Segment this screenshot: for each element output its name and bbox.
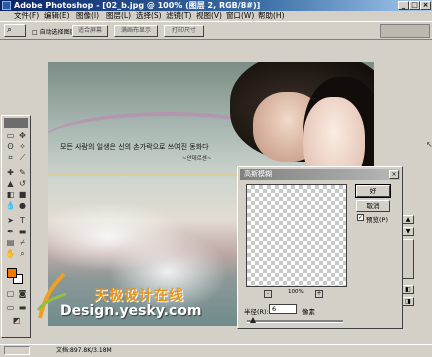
type-tool-icon[interactable]: T xyxy=(17,216,28,226)
dialog-title-bar[interactable]: 高斯模糊 × xyxy=(240,169,400,180)
menu-help[interactable]: 帮助(H) xyxy=(258,11,285,21)
screen-mode-full-icon[interactable]: ▬ xyxy=(17,303,28,313)
menu-select[interactable]: 选择(S) xyxy=(136,11,162,21)
gaussian-blur-dialog: 高斯模糊 × 好 取消 ✓ 预览(P) - 100% + 半径(R): 6 像素 xyxy=(237,166,403,329)
panel-button-b[interactable]: ◨ xyxy=(402,297,414,306)
radius-unit: 像素 xyxy=(302,308,315,316)
magic-wand-icon[interactable]: ✧ xyxy=(17,142,28,152)
hand-tool-icon[interactable]: ✋ xyxy=(5,249,16,259)
minimize-button[interactable]: _ xyxy=(398,1,409,10)
toolbox-header xyxy=(4,118,28,128)
close-button[interactable]: × xyxy=(420,1,431,10)
screen-mode-standard-icon[interactable]: ▭ xyxy=(5,303,16,313)
title-bar: Adobe Photoshop - [02_b.jpg @ 100% (图层 2… xyxy=(0,0,432,11)
menu-file[interactable]: 文件(F) xyxy=(14,11,39,21)
history-brush-icon[interactable]: ↺ xyxy=(17,179,28,189)
clone-stamp-icon[interactable]: ▲ xyxy=(5,179,16,189)
ok-button[interactable]: 好 xyxy=(355,184,391,198)
radius-input[interactable]: 6 xyxy=(269,304,297,314)
document-size: 文档:897.8K/3.18M xyxy=(56,347,112,354)
jump-to-imageready-icon[interactable]: ◩ xyxy=(11,316,22,326)
menu-filter[interactable]: 滤镜(T) xyxy=(166,11,191,21)
dialog-close-button[interactable]: × xyxy=(389,170,399,179)
panel-scrollbar[interactable] xyxy=(402,239,414,279)
print-size-button[interactable]: 打印尺寸 xyxy=(164,25,204,37)
menu-bar: 文件(F) 编辑(E) 图像(I) 图层(L) 选择(S) 滤镜(T) 视图(V… xyxy=(0,11,432,21)
quick-mask-icon[interactable]: ◙ xyxy=(17,289,28,299)
window-title: Adobe Photoshop - [02_b.jpg @ 100% (图层 2… xyxy=(14,1,261,10)
foreground-color-top xyxy=(7,268,17,278)
path-select-icon[interactable]: ➤ xyxy=(5,216,16,226)
crop-tool-icon[interactable]: ⌗ xyxy=(5,153,16,163)
actual-pixels-button[interactable]: 满画布显示 xyxy=(114,25,158,37)
menu-image[interactable]: 图像(I) xyxy=(76,11,99,21)
options-bar: ⌕ □ 自动选择图层 适合屏幕 满画布显示 打印尺寸 xyxy=(0,21,432,40)
korean-quote: 모든 사람의 일생은 신의 손가락으로 쓰여진 동화다 xyxy=(60,143,209,151)
panel-button-down[interactable]: ▼ xyxy=(402,227,414,236)
panel-button-a[interactable]: ◧ xyxy=(402,285,414,294)
brush-tool-icon[interactable]: ✎ xyxy=(17,168,28,178)
zoom-tool-icon: ⌕ xyxy=(7,25,13,35)
status-bar: 文档:897.8K/3.18M xyxy=(0,344,432,357)
zoom-out-button[interactable]: - xyxy=(264,290,272,298)
eraser-tool-icon[interactable]: ◧ xyxy=(5,190,16,200)
preview-area[interactable] xyxy=(246,184,347,287)
korean-author: ~안데르센~ xyxy=(182,156,212,162)
radius-slider-track[interactable] xyxy=(247,320,343,323)
blur-tool-icon[interactable]: 💧 xyxy=(5,201,16,211)
menu-window[interactable]: 窗口(W) xyxy=(226,11,254,21)
palette-well xyxy=(380,24,430,38)
lasso-tool-icon[interactable]: ʘ xyxy=(5,142,16,152)
menu-edit[interactable]: 编辑(E) xyxy=(44,11,70,21)
preview-label: 预览(P) xyxy=(366,216,388,224)
zoom-value: 100% xyxy=(288,289,304,295)
menu-layer[interactable]: 图层(L) xyxy=(106,11,131,21)
right-panel-strip: ▲ ▼ ◧ ◨ xyxy=(402,215,416,310)
zoom-field[interactable] xyxy=(4,346,30,355)
move-tool-icon[interactable]: ✥ xyxy=(17,131,28,141)
shape-tool-icon[interactable]: ▬ xyxy=(17,227,28,237)
eyedropper-icon[interactable]: ⌿ xyxy=(17,238,28,248)
tool-preset-picker[interactable]: ⌕ xyxy=(4,24,26,37)
zoom-in-button[interactable]: + xyxy=(315,290,323,298)
watermark-english: Design.yesky.com xyxy=(60,303,202,319)
photoshop-app-icon xyxy=(2,1,11,10)
healing-brush-icon[interactable]: ✚ xyxy=(5,168,16,178)
dialog-title: 高斯模糊 xyxy=(244,170,272,178)
pen-tool-icon[interactable]: ✒ xyxy=(5,227,16,237)
gradient-tool-icon[interactable]: ■ xyxy=(17,190,28,200)
radius-label: 半径(R): xyxy=(244,308,269,316)
maximize-button[interactable]: □ xyxy=(409,1,420,10)
standard-mode-icon[interactable]: ▢ xyxy=(5,289,16,299)
fit-screen-button[interactable]: 适合屏幕 xyxy=(72,25,108,37)
dodge-tool-icon[interactable]: ● xyxy=(17,201,28,211)
slice-tool-icon[interactable]: ⟋ xyxy=(17,153,28,163)
auto-select-label[interactable]: □ 自动选择图层 xyxy=(32,27,76,36)
notes-tool-icon[interactable]: ▤ xyxy=(5,238,16,248)
panel-button-up[interactable]: ▲ xyxy=(402,215,414,224)
watermark-chinese: 天极设计在线 xyxy=(94,288,184,304)
preview-checkbox[interactable]: ✓ xyxy=(357,214,364,221)
radius-slider-thumb[interactable] xyxy=(249,317,256,323)
cancel-button[interactable]: 取消 xyxy=(356,200,390,212)
menu-view[interactable]: 视图(V) xyxy=(196,11,222,21)
toolbox: ▭ ✥ ʘ ✧ ⌗ ⟋ ✚ ✎ ▲ ↺ ◧ ■ 💧 ● ➤ T ✒ ▬ ▤ ⌿ … xyxy=(1,115,31,338)
marquee-tool-icon[interactable]: ▭ xyxy=(5,131,16,141)
zoom-tool-icon-box[interactable]: ⌕ xyxy=(17,249,28,259)
cursor-pointer-icon: ↖ xyxy=(426,140,432,149)
